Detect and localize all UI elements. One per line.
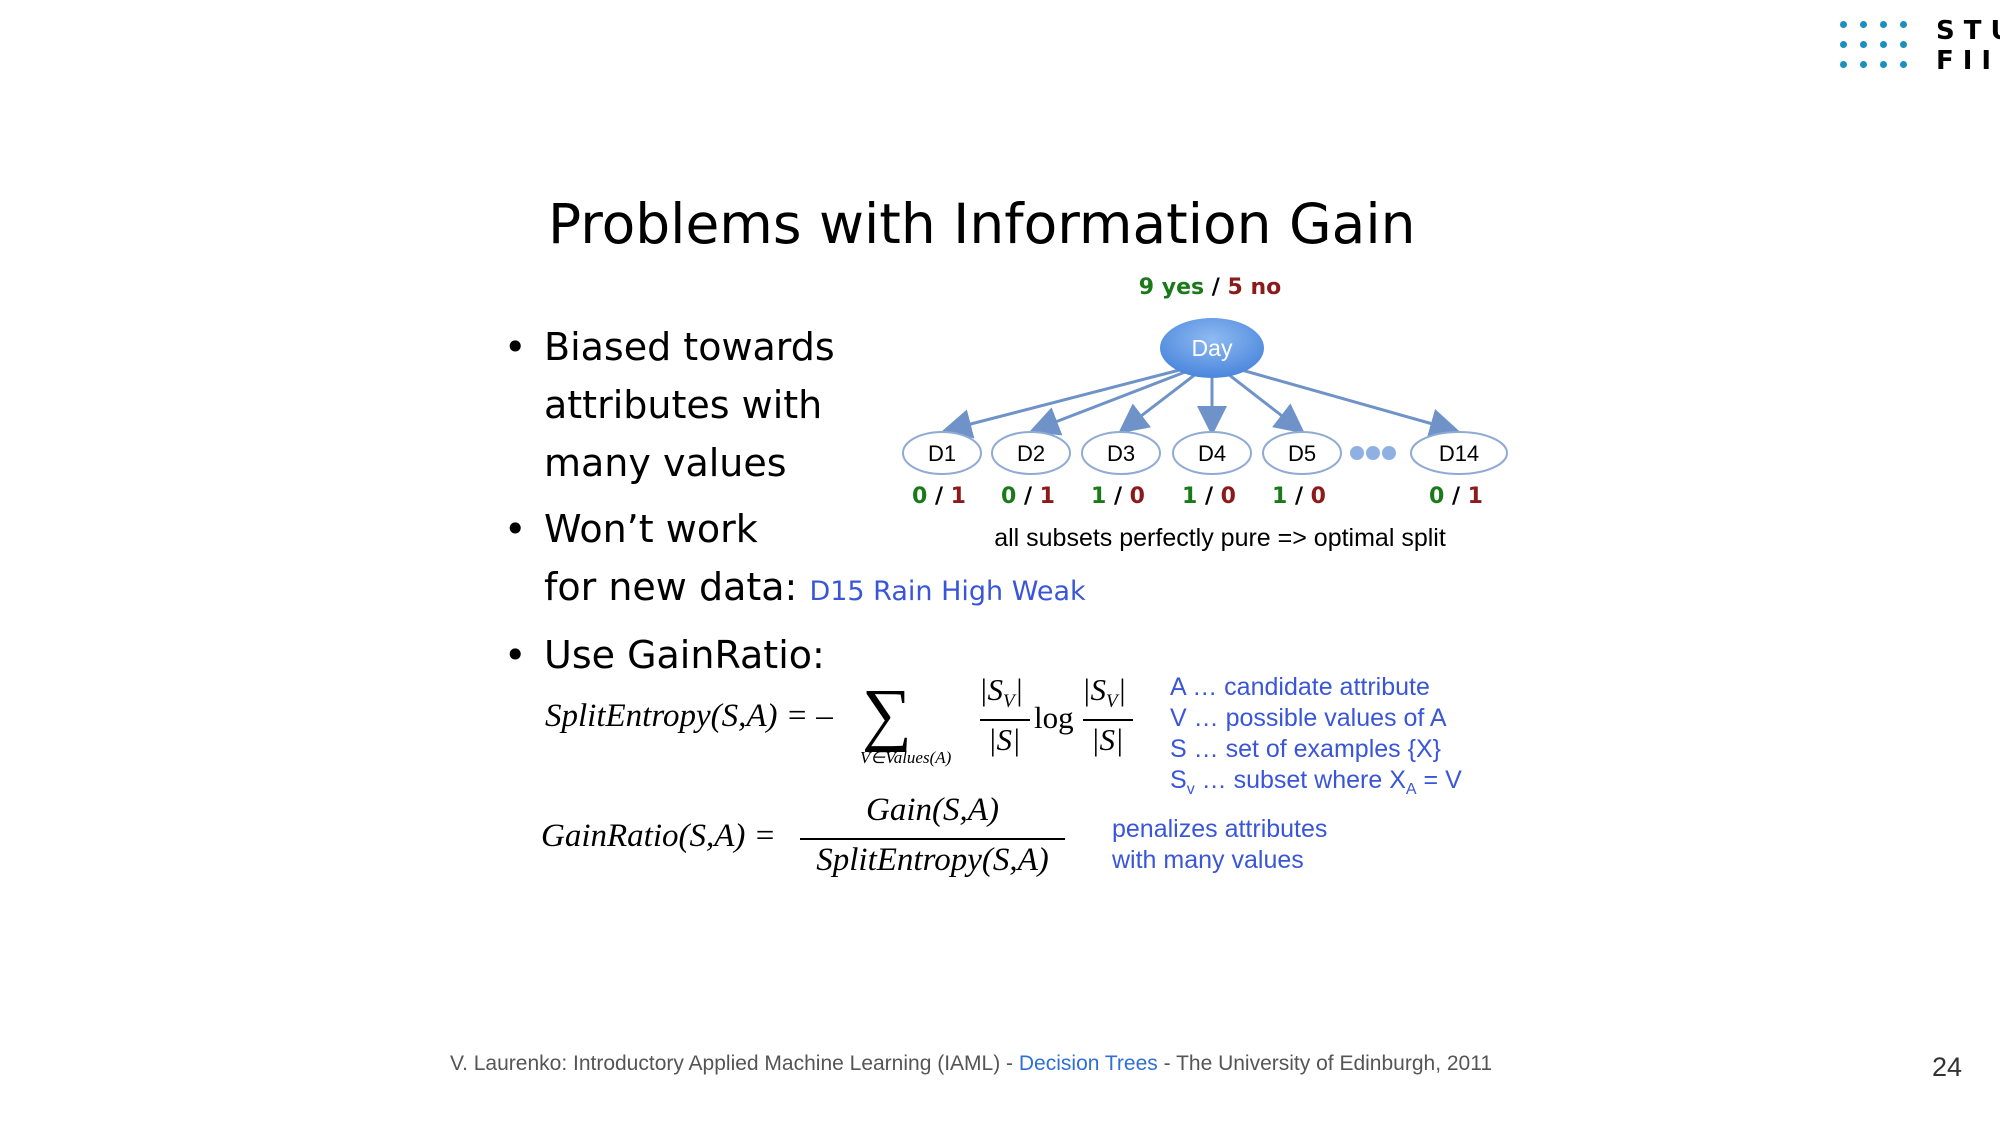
tree-edge (941, 368, 1180, 439)
gain-ratio-fraction-line (800, 838, 1065, 840)
fraction2-line (1083, 719, 1133, 721)
child-node-label: D1 (928, 441, 956, 466)
gain-ratio-lhs: GainRatio(S,A) = (541, 818, 776, 854)
fraction1-numerator: |SV| (979, 672, 1024, 713)
stu-fiit-logo: STU FIIT (1836, 18, 2000, 74)
legend-a: A … candidate attribute (1170, 673, 1430, 701)
example-d15: D15 Rain High Weak (809, 576, 1086, 607)
gain-ratio-numerator: Gain(S,A) (866, 792, 999, 828)
bullet-marker: • (504, 507, 527, 551)
bullet-marker: • (504, 633, 527, 677)
decision-tree-diagram: 9 yes / 5 no Day D1 0 / 1 D2 0 / 1 D3 1 / 0 D4… (902, 275, 1508, 552)
footer-text: V. Laurenko: Introductory Applied Machin… (450, 1052, 1019, 1075)
ellipsis-dot (1382, 446, 1396, 460)
child-node-counts: 0 / 1 (1429, 484, 1483, 509)
fraction2-denominator: |S| (1091, 722, 1124, 757)
gain-ratio-denominator: SplitEntropy(S,A) (816, 842, 1049, 878)
bullet-text: many values (544, 441, 787, 485)
child-node-label: D2 (1017, 441, 1045, 466)
ellipsis-dot (1366, 446, 1380, 460)
bullet-text: Biased towards (544, 325, 835, 369)
child-node-label: D3 (1107, 441, 1135, 466)
fraction2-numerator: |SV| (1082, 672, 1127, 713)
footer-citation: V. Laurenko: Introductory Applied Machin… (450, 1052, 1492, 1076)
note-line: penalizes attributes (1112, 815, 1328, 843)
child-node-counts: 1 / 0 (1272, 484, 1326, 509)
log-text: log (1034, 700, 1074, 735)
bullet-text: for new data: (544, 565, 798, 609)
child-node-counts: 1 / 0 (1182, 484, 1236, 509)
bullet-biased: • Biased towards attributes with many va… (504, 318, 835, 492)
tree-edge (1118, 368, 1202, 434)
fraction1-line (980, 719, 1030, 721)
split-entropy-lhs: SplitEntropy(S,A) = – (545, 698, 833, 734)
variable-legend: A … candidate attribute V … possible val… (1170, 672, 1462, 805)
tree-edge (1221, 368, 1305, 434)
penalizes-note: penalizes attributes with many values (1112, 814, 1327, 876)
tree-edges (941, 368, 1460, 439)
note-line: with many values (1112, 846, 1304, 874)
child-node-counts: 0 / 1 (1001, 484, 1055, 509)
child-nodes: D1 0 / 1 D2 0 / 1 D3 1 / 0 D4 1 / 0 D5 1 / 0 D14 0 … (902, 431, 1508, 509)
child-node-counts: 1 / 0 (1091, 484, 1145, 509)
child-node-counts: 0 / 1 (912, 484, 966, 509)
fraction1-denominator: |S| (988, 722, 1021, 757)
footer-link-decision-trees[interactable]: Decision Trees (1019, 1052, 1158, 1075)
tree-edge (1241, 368, 1460, 438)
logo-text-stu: STU (1936, 16, 2000, 46)
legend-sv: Sv … subset where XA = V (1170, 766, 1462, 798)
bullet-text: Use GainRatio: (544, 633, 825, 677)
child-node-label: D14 (1439, 441, 1479, 466)
root-node-label: Day (1192, 335, 1233, 361)
ellipsis-dot (1350, 446, 1364, 460)
page-number: 24 (1932, 1052, 1963, 1082)
tree-caption: all subsets perfectly pure => optimal sp… (994, 524, 1446, 552)
bullet-text: attributes with (544, 383, 823, 427)
legend-s: S … set of examples {X} (1170, 735, 1441, 763)
root-class-counts: 9 yes / 5 no (1139, 275, 1281, 300)
sum-subscript: V∈Values(A) (860, 748, 952, 767)
bullet-gainratio: • Use GainRatio: (504, 626, 825, 684)
logo-text-fiit: FIIT (1936, 46, 2000, 76)
child-node-label: D4 (1198, 441, 1226, 466)
child-node-label: D5 (1288, 441, 1316, 466)
legend-v: V … possible values of A (1170, 704, 1447, 732)
bullet-marker: • (504, 325, 527, 369)
footer-text: - The University of Edinburgh, 2011 (1157, 1052, 1493, 1075)
slide-title: Problems with Information Gain (548, 192, 1416, 256)
sum-symbol: ∑ (862, 676, 912, 753)
